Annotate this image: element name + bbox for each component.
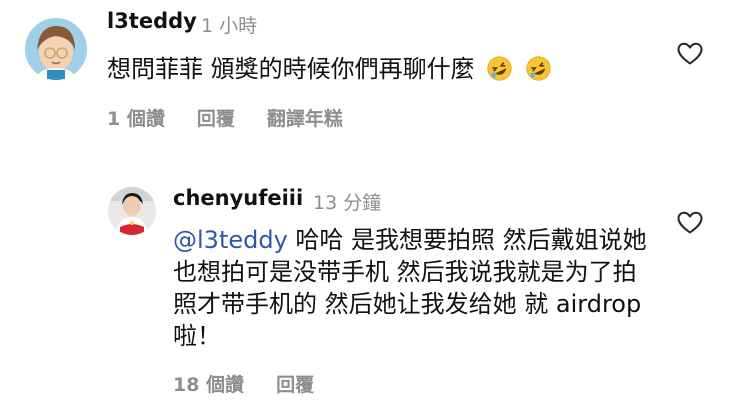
rofl-emoji-icon — [526, 56, 551, 81]
comment-actions: 18 個讚 回覆 — [173, 370, 314, 397]
comments-panel: l3teddy 1 小時 想問菲菲 頒獎的時候你們再聊什麼 1 個讚 回覆 翻譯… — [0, 0, 750, 400]
comment-username[interactable]: l3teddy — [107, 9, 197, 33]
heart-outline-icon[interactable] — [677, 42, 703, 66]
comment-username[interactable]: chenyufeiii — [173, 186, 303, 210]
comment-body: 想問菲菲 頒獎的時候你們再聊什麼 — [107, 55, 475, 83]
comment-timestamp: 1 小時 — [201, 15, 258, 37]
likes-count[interactable]: 18 個讚 — [173, 370, 244, 397]
likes-count[interactable]: 1 個讚 — [107, 104, 165, 131]
reply-button[interactable]: 回覆 — [276, 370, 314, 397]
comment-actions: 1 個讚 回覆 翻譯年糕 — [107, 104, 343, 131]
heart-outline-icon[interactable] — [677, 211, 703, 235]
reply-button[interactable]: 回覆 — [197, 104, 235, 131]
comment-text-block: 想問菲菲 頒獎的時候你們再聊什麼 — [107, 53, 552, 85]
comment-text-block: @l3teddy 哈哈 是我想要拍照 然后戴姐说她也想拍可是没带手机 然后我说我… — [173, 224, 653, 352]
comment-timestamp: 13 分鐘 — [313, 192, 382, 214]
mention-link[interactable]: @l3teddy — [173, 226, 288, 254]
translate-button[interactable]: 翻譯年糕 — [267, 104, 343, 131]
avatar[interactable] — [25, 18, 87, 80]
avatar[interactable] — [108, 187, 156, 235]
rofl-emoji-icon — [487, 56, 512, 81]
